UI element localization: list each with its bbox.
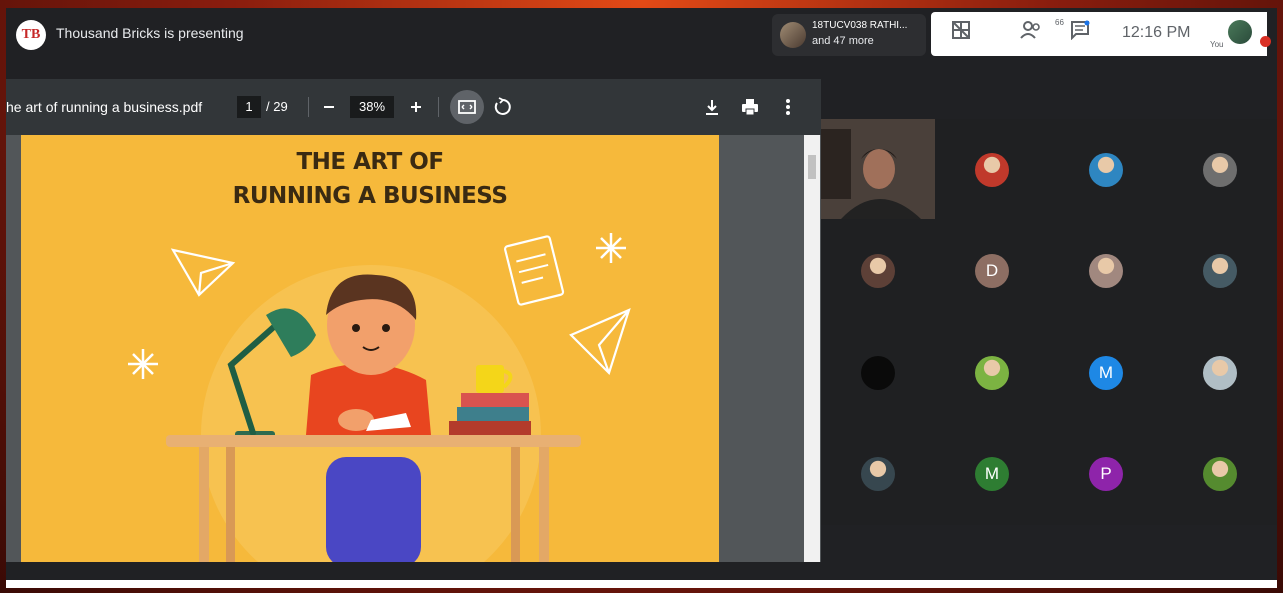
slide-page: THE ART OF RUNNING A BUSINESS — [21, 135, 719, 562]
bottom-bar — [6, 580, 1277, 588]
participant-avatar[interactable] — [1089, 152, 1123, 187]
participant-avatar[interactable] — [861, 457, 895, 492]
more-vert-icon — [786, 99, 790, 115]
people-icon[interactable] — [1020, 20, 1042, 40]
participant-avatar[interactable] — [1203, 457, 1237, 492]
chat-icon[interactable] — [1070, 20, 1092, 41]
participant-chip[interactable]: 18TUCV038 RATHI... and 47 more — [772, 14, 926, 56]
avatar — [780, 22, 806, 48]
presenter-logo: TB — [16, 20, 46, 50]
participant-avatar[interactable] — [975, 355, 1009, 390]
download-button[interactable] — [699, 94, 725, 120]
sparkle-icon — [128, 349, 158, 379]
grid-header — [821, 62, 1277, 119]
participant-avatar[interactable] — [1203, 152, 1237, 187]
print-icon — [742, 99, 758, 116]
participant-avatar[interactable] — [1203, 355, 1237, 390]
participant-avatar-letter[interactable]: M — [975, 457, 1009, 492]
participant-grid: D M M P — [821, 119, 1277, 525]
participant-count: 66 — [1055, 18, 1064, 27]
page-number-input[interactable]: 1 — [237, 96, 261, 118]
you-label: You — [1210, 40, 1224, 49]
divider — [438, 97, 439, 117]
clock: 12:16 PM — [1122, 24, 1191, 41]
scroll-thumb[interactable] — [808, 155, 816, 179]
print-button[interactable] — [737, 94, 763, 120]
more-options-button[interactable] — [775, 94, 801, 120]
slide-illustration — [128, 233, 631, 562]
participant-avatar[interactable] — [975, 152, 1009, 187]
pdf-filename: he art of running a business.pdf — [6, 99, 203, 115]
self-avatar[interactable] — [1228, 20, 1252, 44]
layout-icon[interactable] — [951, 20, 973, 40]
participant-chip-name: 18TUCV038 RATHI... — [812, 20, 908, 31]
meeting-controls — [931, 12, 1267, 56]
page-total: / 29 — [266, 99, 288, 114]
participant-chip-more: and 47 more — [812, 35, 874, 47]
pdf-canvas[interactable]: THE ART OF RUNNING A BUSINESS — [6, 135, 821, 562]
participant-avatar-letter[interactable]: M — [1089, 355, 1123, 390]
recording-icon — [1260, 36, 1271, 47]
participant-avatar[interactable] — [861, 254, 895, 289]
zoom-level[interactable]: 38% — [350, 96, 394, 118]
participant-video-tile[interactable] — [821, 119, 935, 219]
participant-avatar-letter[interactable]: D — [975, 254, 1009, 289]
fit-page-button[interactable] — [450, 90, 484, 124]
sparkle-icon — [596, 233, 626, 263]
zoom-in-button[interactable] — [403, 94, 429, 120]
participant-avatar-letter[interactable]: P — [1089, 457, 1123, 492]
divider — [308, 97, 309, 117]
scrollbar[interactable] — [804, 135, 820, 562]
fit-page-icon — [458, 100, 476, 114]
presenter-logo-text: TB — [21, 27, 41, 42]
rotate-icon — [494, 97, 511, 115]
participant-avatar[interactable] — [1203, 254, 1237, 289]
zoom-out-button[interactable] — [316, 94, 342, 120]
pdf-toolbar: he art of running a business.pdf 1 / 29 … — [6, 79, 821, 135]
top-bar: TB Thousand Bricks is presenting 18TUCV0… — [6, 8, 1277, 62]
rotate-button[interactable] — [489, 94, 515, 120]
paper-plane-icon — [569, 308, 631, 376]
presenting-status: Thousand Bricks is presenting — [56, 25, 244, 41]
paper-plane-icon — [170, 248, 236, 297]
participant-avatar[interactable] — [1089, 254, 1123, 289]
meeting-stage: TB Thousand Bricks is presenting 18TUCV0… — [6, 8, 1277, 588]
download-icon — [706, 100, 718, 115]
document-icon — [504, 235, 565, 306]
participant-avatar[interactable] — [861, 355, 895, 390]
